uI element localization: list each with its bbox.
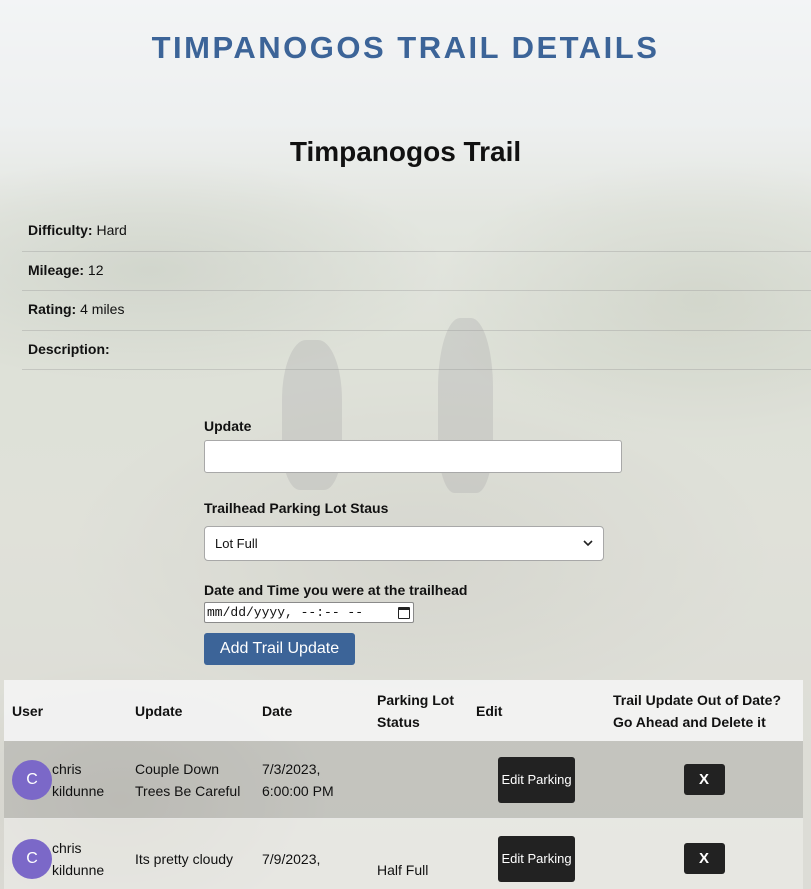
avatar: C [12, 759, 52, 800]
update-cell: Its pretty cloudy [135, 850, 234, 867]
edit-parking-button[interactable]: Edit Parking [498, 756, 575, 803]
difficulty-row: Difficulty: Hard [22, 212, 811, 252]
parking-selected-value: Lot Full [215, 536, 258, 551]
edit-cell: Edit Parking [468, 756, 605, 803]
mileage-row: Mileage: 12 [22, 252, 811, 291]
parking-status-select[interactable]: Lot Full [204, 526, 604, 561]
chevron-down-icon [583, 540, 593, 547]
page-content: TIMPANOGOS TRAIL DETAILS Timpanogos Trai… [0, 0, 811, 889]
user-cell: C chris kildunne [4, 758, 127, 802]
parking-cell: Half Full [377, 861, 429, 878]
header-date: Date [262, 702, 293, 719]
date-cell: 7/3/2023, 6:00:00 PM [262, 760, 334, 799]
update-cell: Couple Down Trees Be Careful [135, 760, 241, 799]
calendar-icon[interactable] [398, 606, 410, 619]
mileage-value: 12 [87, 261, 104, 278]
update-input[interactable] [204, 440, 622, 473]
site-title: TIMPANOGOS TRAIL DETAILS [151, 30, 660, 65]
parking-label: Trailhead Parking Lot Staus [204, 500, 389, 516]
header-user: User [12, 702, 44, 719]
table-header: User Update Date Parking Lot Status Edit… [4, 680, 803, 741]
delete-cell: X [605, 764, 803, 795]
date-cell: 7/9/2023, [262, 850, 321, 867]
avatar: C [12, 838, 52, 879]
header-delete: Trail Update Out of Date? Go Ahead and D… [613, 691, 782, 730]
date-label: Date and Time you were at the trailhead [204, 582, 468, 598]
table-row: C chris kildunne Couple Down Trees Be Ca… [4, 741, 803, 819]
add-trail-update-button[interactable]: Add Trail Update [204, 633, 355, 665]
rating-label: Rating: [28, 301, 77, 317]
datetime-placeholder: mm/dd/yyyy, --:-- -- [207, 605, 364, 620]
rating-value: 4 miles [80, 301, 125, 317]
delete-update-button[interactable]: X [683, 764, 725, 795]
difficulty-label: Difficulty: [28, 222, 93, 238]
header-update: Update [135, 702, 183, 719]
difficulty-value: Hard [96, 222, 127, 238]
trail-details: Difficulty: Hard Mileage: 12 Rating: 4 m… [22, 212, 811, 370]
update-label: Update [204, 418, 252, 434]
mileage-label: Mileage: [28, 261, 85, 278]
edit-parking-button[interactable]: Edit Parking [498, 835, 575, 882]
trail-updates-table: User Update Date Parking Lot Status Edit… [4, 680, 803, 889]
delete-update-button[interactable]: X [683, 843, 725, 874]
user-cell: C chris kildunne [4, 837, 127, 881]
description-row: Description: [22, 331, 811, 370]
user-name: chris kildunne [52, 839, 105, 878]
rating-row: Rating: 4 miles [22, 291, 811, 331]
datetime-input[interactable]: mm/dd/yyyy, --:-- -- [204, 602, 414, 623]
table-row: C chris kildunne Its pretty cloudy 7/9/2… [4, 819, 803, 889]
header-edit: Edit [476, 702, 503, 719]
edit-cell: Edit Parking [468, 835, 605, 882]
description-label: Description: [28, 340, 110, 357]
delete-cell: X [605, 843, 803, 874]
trail-name: Timpanogos Trail [289, 136, 522, 167]
user-name: chris kildunne [52, 760, 105, 799]
header-parking: Parking Lot Status [377, 691, 455, 730]
trail-update-form: Update Trailhead Parking Lot Staus Lot F… [204, 418, 624, 665]
